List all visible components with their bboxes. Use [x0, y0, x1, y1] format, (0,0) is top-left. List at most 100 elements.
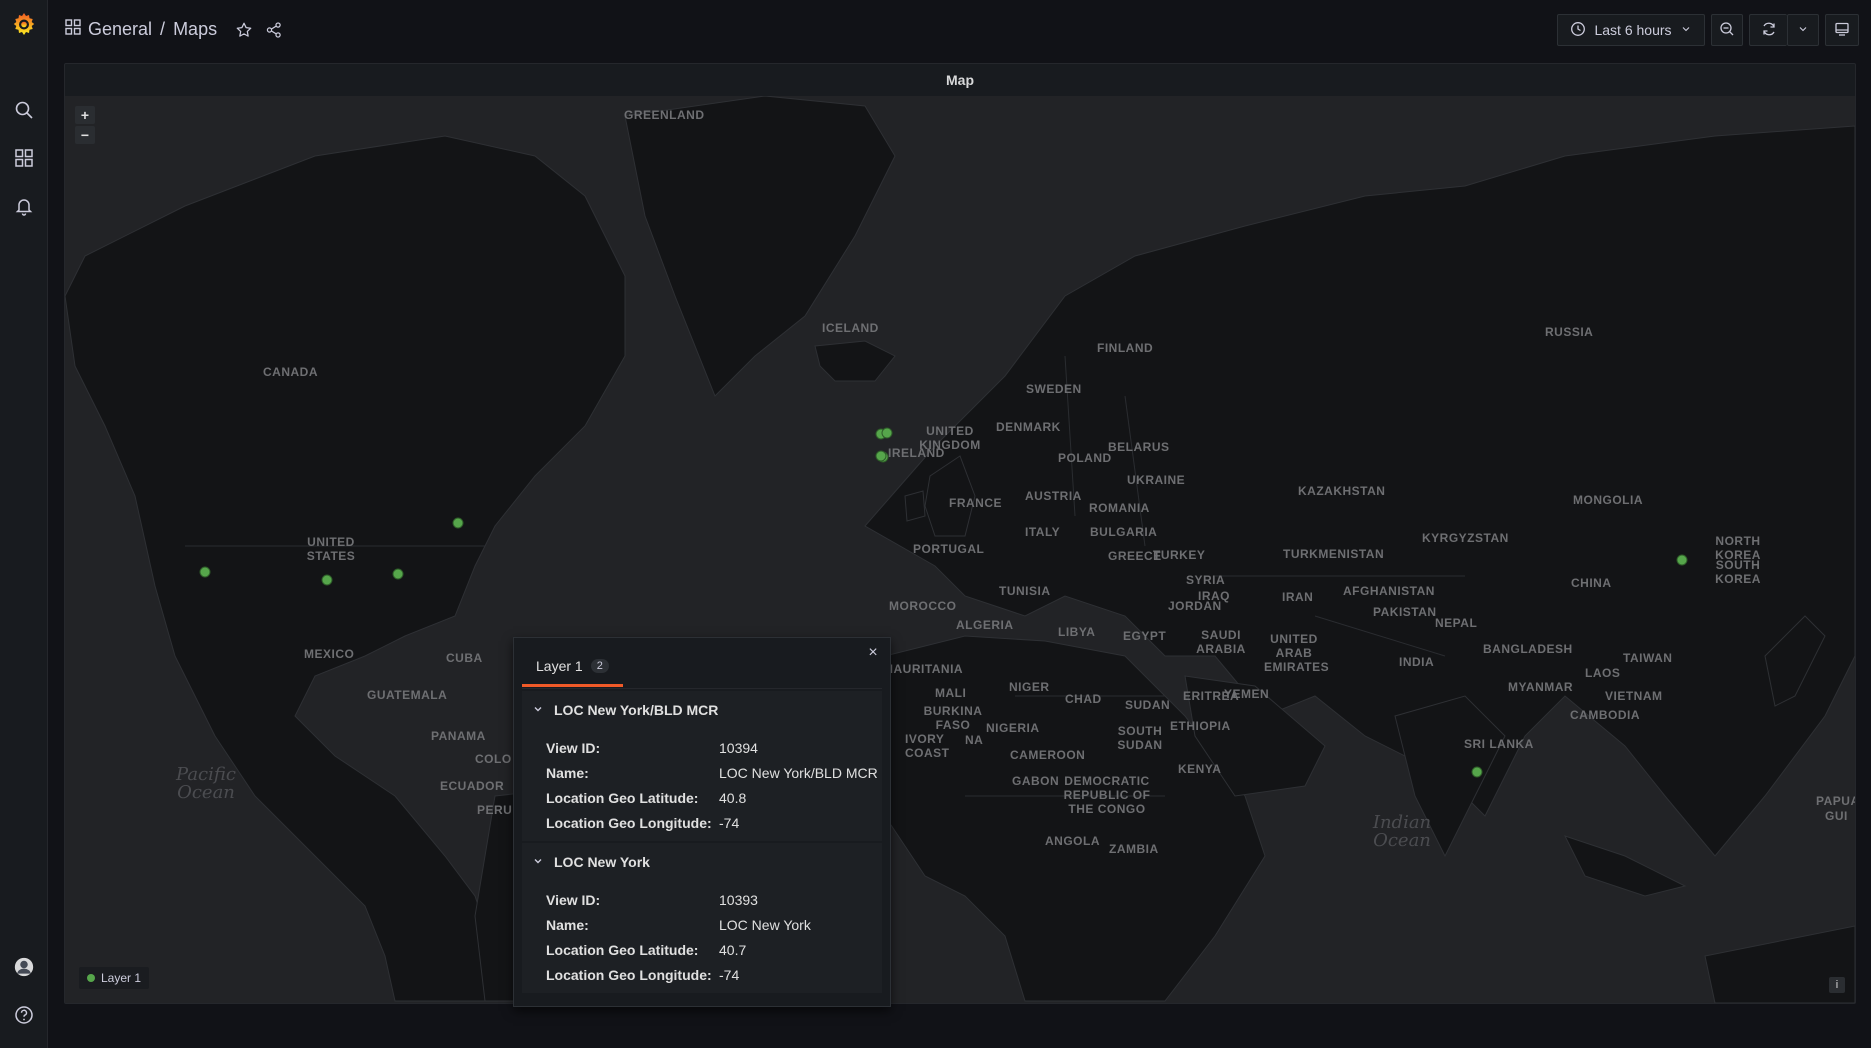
country-label: EGYPT — [1123, 629, 1167, 643]
country-label: AUSTRIA — [1025, 489, 1082, 503]
country-label: PORTUGAL — [913, 542, 985, 556]
legend-label: Layer 1 — [101, 971, 142, 985]
field-row: Location Geo Latitude: 40.8 — [522, 785, 882, 810]
close-icon[interactable]: × — [864, 644, 882, 662]
country-label: RUSSIA — [1545, 325, 1594, 339]
country-label: DENMARK — [996, 420, 1061, 434]
country-label: IVORY COAST — [905, 732, 950, 760]
zoom-in-button[interactable]: + — [75, 106, 95, 124]
user-avatar[interactable] — [12, 955, 36, 979]
country-label: BULGARIA — [1090, 525, 1158, 539]
marker-dallas[interactable] — [321, 574, 333, 586]
country-label: GABON — [1012, 774, 1060, 788]
panel-title[interactable]: Map — [65, 64, 1855, 96]
field-row: Location Geo Latitude: 40.7 — [522, 937, 882, 962]
tab-layer-1[interactable]: Layer 1 2 — [522, 652, 623, 687]
attribution-button[interactable]: i — [1829, 977, 1845, 993]
country-label: KAZAKHSTAN — [1298, 484, 1386, 498]
marker-los-angeles[interactable] — [199, 566, 211, 578]
country-label: TAIWAN — [1623, 651, 1673, 665]
chevron-down-icon — [532, 702, 544, 718]
country-label: PAKISTAN — [1373, 605, 1437, 619]
chevron-down-icon — [1797, 22, 1809, 38]
zoom-out-icon — [1719, 21, 1735, 40]
record-section: LOC New York View ID: 10393 Name: LOC New … — [522, 843, 882, 993]
country-label: BANGLADESH — [1483, 642, 1573, 656]
record-header[interactable]: LOC New York — [522, 843, 882, 881]
country-label: DEMOCRATIC REPUBLIC OF THE CONGO — [1063, 774, 1151, 816]
dashboard-toolbar: Last 6 hours — [1557, 14, 1859, 46]
top-navbar: General / Maps Last 6 hours — [48, 0, 1871, 62]
refresh-interval-dropdown[interactable] — [1787, 14, 1819, 46]
marker-new-york[interactable] — [452, 517, 464, 529]
country-label: TUNISIA — [999, 584, 1051, 598]
record-fields: View ID: 10394 Name: LOC New York/BLD MCR … — [522, 729, 882, 841]
legend-swatch — [87, 974, 95, 982]
star-icon[interactable] — [233, 19, 255, 41]
zoom-out-time-button[interactable] — [1711, 14, 1743, 46]
country-label: CAMEROON — [1010, 748, 1086, 762]
field-key: View ID: — [546, 891, 601, 908]
apps-grid-icon[interactable] — [64, 18, 82, 41]
country-label: SRI LANKA — [1464, 737, 1534, 751]
country-label: ALGERIA — [956, 618, 1014, 632]
country-label: IRELAND — [888, 446, 945, 460]
grafana-logo-icon[interactable] — [10, 10, 38, 38]
tv-mode-button[interactable] — [1825, 14, 1859, 46]
zoom-out-button[interactable]: − — [75, 126, 95, 144]
record-fields: View ID: 10393 Name: LOC New York Location… — [522, 881, 882, 993]
country-label: CANADA — [263, 365, 318, 379]
marker-amsterdam[interactable] — [881, 427, 893, 439]
help-icon[interactable] — [12, 1003, 36, 1027]
country-label: LIBYA — [1058, 625, 1096, 639]
country-label: JORDAN — [1168, 599, 1222, 613]
country-label: ZAMBIA — [1109, 842, 1159, 856]
breadcrumb-dashboard-title[interactable]: Maps — [173, 19, 217, 40]
record-header[interactable]: LOC New York/BLD MCR — [522, 691, 882, 729]
geomap[interactable]: + − GREENLAND ICELAND CANADA FINLAND SWE… — [65, 96, 1855, 1003]
country-label: MALI — [935, 686, 967, 700]
alerting-bell-icon[interactable] — [12, 194, 36, 218]
marker-singapore[interactable] — [1471, 766, 1483, 778]
time-range-picker[interactable]: Last 6 hours — [1557, 14, 1705, 46]
country-label: ROMANIA — [1089, 501, 1150, 515]
search-icon[interactable] — [12, 98, 36, 122]
country-label: PAPUA — [1816, 794, 1855, 808]
field-key: Name: — [546, 916, 589, 933]
marker-paris-2[interactable] — [875, 450, 887, 462]
country-label: NIGER — [1009, 680, 1050, 694]
country-label: POLAND — [1058, 451, 1112, 465]
country-label: SOUTH SUDAN — [1117, 724, 1163, 752]
clock-icon — [1570, 21, 1586, 40]
field-row: Name: LOC New York — [522, 912, 882, 937]
country-label: ECUADOR — [440, 779, 505, 793]
country-label: CUBA — [446, 651, 483, 665]
ocean-label: Pacific Ocean — [176, 764, 236, 803]
chevron-down-icon — [532, 854, 544, 870]
country-label: MEXICO — [304, 647, 355, 661]
country-label: AFGHANISTAN — [1343, 584, 1435, 598]
country-label: BELARUS — [1108, 440, 1170, 454]
country-label: TURKEY — [1153, 548, 1206, 562]
field-key: Location Geo Longitude: — [546, 966, 712, 983]
refresh-button[interactable] — [1749, 14, 1787, 46]
field-key: Location Geo Longitude: — [546, 814, 712, 831]
dashboards-icon[interactable] — [12, 146, 36, 170]
country-label: KENYA — [1178, 762, 1222, 776]
field-value: LOC New York — [719, 916, 811, 933]
refresh-group — [1749, 14, 1819, 46]
marker-tokyo[interactable] — [1676, 554, 1688, 566]
field-row: View ID: 10393 — [522, 887, 882, 912]
field-value: -74 — [719, 814, 740, 831]
breadcrumb-folder[interactable]: General — [88, 19, 152, 40]
marker-atlanta[interactable] — [392, 568, 404, 580]
ocean-label: Indian Ocean — [1372, 812, 1432, 851]
field-row: Location Geo Longitude: -74 — [522, 810, 882, 835]
share-icon[interactable] — [263, 19, 285, 41]
record-section: LOC New York/BLD MCR View ID: 10394 Name:… — [522, 691, 882, 841]
popup-body: LOC New York/BLD MCR View ID: 10394 Name:… — [522, 688, 882, 993]
country-label: PERU — [477, 803, 513, 817]
country-label: SOUTH KOREA — [1715, 558, 1761, 586]
map-legend: Layer 1 — [79, 967, 150, 989]
country-label: PANAMA — [431, 729, 486, 743]
